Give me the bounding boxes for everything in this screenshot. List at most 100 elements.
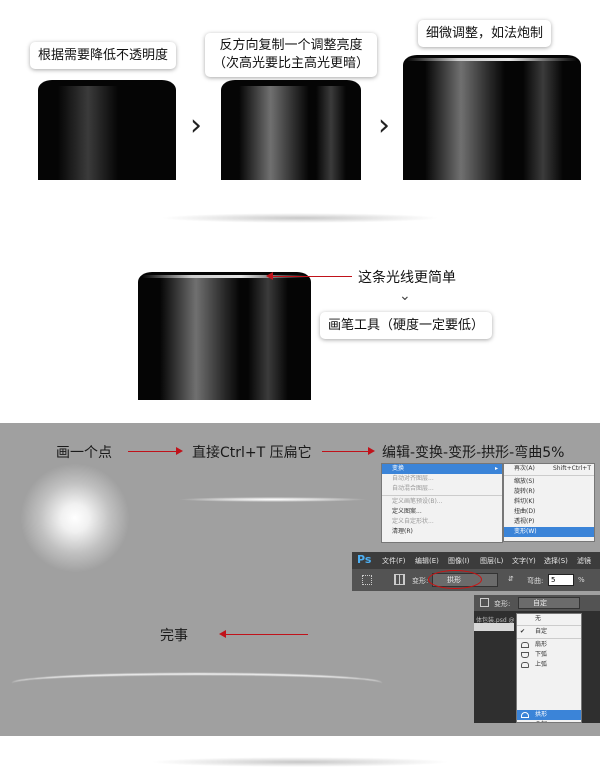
orientation-icon[interactable]: ⇵: [508, 575, 514, 583]
percent-label: %: [578, 576, 585, 584]
warp-option-arc-upper-label: 上弧: [535, 661, 548, 668]
menu-item-skew[interactable]: 斜切(K): [504, 497, 594, 507]
chevron-right-icon: ›: [190, 108, 202, 143]
menu-item-rotate[interactable]: 旋转(R): [504, 487, 594, 497]
chevron-right-icon: ›: [378, 108, 390, 143]
step-ctrl-t: 直接Ctrl+T 压扁它: [192, 445, 312, 461]
cap-step1-highlight: [58, 86, 118, 180]
bend-value: 5: [551, 576, 556, 584]
ps-menu-filter[interactable]: 滤镜: [577, 556, 591, 566]
bend-input[interactable]: 5: [548, 574, 574, 586]
note-brush-tool: 画笔工具（硬度一定要低）: [320, 312, 493, 339]
note-arrow-head: [266, 272, 273, 280]
cap-brush-line: [138, 272, 311, 400]
tutorial-panel: 画一个点 直接Ctrl+T 压扁它 编辑-变换-变形-拱形-弯曲5% 完事 变换…: [0, 423, 600, 736]
caret-down-icon: ⌄: [399, 288, 411, 304]
menu-item-again-label: 再次(A): [514, 465, 535, 472]
squashed-light-line: [178, 497, 368, 502]
cap-step3-highlight: [425, 61, 505, 180]
menu-item-auto-blend[interactable]: 自动混合图层...: [382, 484, 502, 494]
warp-option-arc-label: 扇形: [535, 641, 548, 648]
ps-menu-edit[interactable]: 编辑(E): [415, 556, 439, 566]
menu-item-purge[interactable]: 清理(R): [382, 527, 502, 537]
edit-menu: 变换 ▸ 自动对齐图层... 自动混合图层... 定义画笔预设(B)... 定义图…: [381, 463, 503, 543]
cap-step2-highlight: [239, 86, 309, 180]
step1-label-text: 根据需要降低不透明度: [38, 48, 169, 63]
arrow-1-line: [128, 451, 176, 452]
menu-item-again[interactable]: 再次(A) Shift+Ctrl+T: [504, 464, 594, 474]
arc-icon: [521, 642, 529, 648]
menu-item-scale[interactable]: 缩放(S): [504, 477, 594, 487]
grid-icon[interactable]: [394, 574, 405, 585]
ps-menu-select[interactable]: 选择(S): [544, 556, 568, 566]
bottom-floor-shadow: [150, 757, 450, 767]
arrow-2-line: [322, 451, 368, 452]
note-brush-tool-text: 画笔工具（硬度一定要低）: [328, 318, 485, 333]
cap-step1: [38, 80, 176, 180]
menu-separator: [382, 495, 502, 496]
arc-upper-icon: [521, 662, 529, 668]
note-arrow-line: [272, 276, 352, 277]
step2-label-line1: 反方向复制一个调整亮度: [219, 38, 363, 53]
grid-icon: [480, 598, 489, 607]
arc-lower-icon: [521, 652, 529, 658]
menu-item-warp[interactable]: 变形(W): [504, 527, 594, 537]
ps-menu-layer[interactable]: 图层(L): [480, 556, 503, 566]
menu-item-transform-label: 变换: [392, 465, 405, 472]
ps-menu-type[interactable]: 文字(Y): [512, 556, 536, 566]
cap-step2-highlight-2: [316, 86, 346, 180]
step2-label-line2: （次高光要比主高光更暗）: [213, 56, 370, 71]
cap-brush-highlight: [160, 278, 240, 400]
bend-label: 弯曲:: [527, 577, 544, 585]
ps-menu-file[interactable]: 文件(F): [382, 556, 406, 566]
menu-item-auto-align[interactable]: 自动对齐图层...: [382, 474, 502, 484]
warp-option-arch-label: 拱形: [535, 711, 548, 718]
warp-style-list: 无 ✔ 自定 扇形 下弧 上弧 拱形 凸起: [516, 613, 582, 723]
warp-custom-select[interactable]: 自定: [518, 597, 580, 609]
step2-label: 反方向复制一个调整亮度 （次高光要比主高光更暗）: [205, 33, 378, 77]
arrow-done-line: [226, 634, 308, 635]
step3-label: 细微调整，如法炮制: [418, 20, 552, 47]
menu-item-define-shape[interactable]: 定义自定形状...: [382, 517, 502, 527]
ps-options-bar: 变形: 拱形 ⇵ 弯曲: 5 %: [352, 569, 600, 591]
warp-custom-value: 自定: [533, 599, 547, 607]
menu-item-define-brush[interactable]: 定义画笔预设(B)...: [382, 497, 502, 507]
warp-dropdown-panel: 变形: 自定 体包装.psd @ 无 ✔自定 扇形 下弧 上弧 拱形 凸起: [474, 595, 600, 723]
arch-icon: [521, 712, 529, 718]
floor-shadow: [160, 213, 440, 223]
warp-option-arc[interactable]: 扇形: [517, 640, 581, 650]
shortcut-label: Shift+Ctrl+T: [552, 465, 591, 472]
warp-label-2: 变形:: [494, 600, 511, 608]
arrow-1-head: [176, 447, 183, 455]
transform-tool-icon[interactable]: [362, 575, 372, 585]
warp-option-custom[interactable]: ✔ 自定: [517, 627, 581, 637]
warp-label: 变形:: [412, 577, 429, 585]
warp-select-highlight: [428, 570, 482, 589]
step3-label-text: 细微调整，如法炮制: [426, 26, 544, 41]
warp-option-bulge-label: 凸起: [535, 721, 547, 722]
menu-item-transform[interactable]: 变换 ▸: [382, 464, 502, 474]
checkmark-icon: ✔: [520, 628, 526, 635]
warp-option-arc-upper[interactable]: 上弧: [517, 660, 581, 670]
menu-separator: [517, 625, 581, 626]
menu-separator: [504, 475, 594, 476]
warp-option-none[interactable]: 无: [517, 614, 581, 624]
ruler: [474, 623, 514, 631]
warp-option-arch[interactable]: 拱形: [517, 710, 581, 720]
menu-item-distort[interactable]: 扭曲(D): [504, 507, 594, 517]
cap-step3-highlight-2: [523, 61, 563, 180]
warp-option-custom-label: 自定: [535, 628, 548, 635]
glow-dot: [20, 463, 130, 573]
menu-item-define-pattern[interactable]: 定义图案...: [382, 507, 502, 517]
arrow-2-head: [368, 447, 375, 455]
step-warp-arch: 编辑-变换-变形-拱形-弯曲5%: [382, 445, 565, 461]
warp-dropdown-header: 变形: 自定: [474, 595, 600, 611]
transform-submenu: 再次(A) Shift+Ctrl+T 缩放(S) 旋转(R) 斜切(K) 扭曲(D…: [503, 463, 595, 542]
warp-option-arc-lower[interactable]: 下弧: [517, 650, 581, 660]
ps-logo: Ps: [357, 553, 372, 566]
step1-label: 根据需要降低不透明度: [30, 42, 177, 69]
menu-item-perspective[interactable]: 透视(P): [504, 517, 594, 527]
warp-option-bulge[interactable]: 凸起: [517, 720, 581, 722]
ps-menu-image[interactable]: 图像(I): [448, 556, 470, 566]
step-draw-dot: 画一个点: [56, 445, 112, 461]
